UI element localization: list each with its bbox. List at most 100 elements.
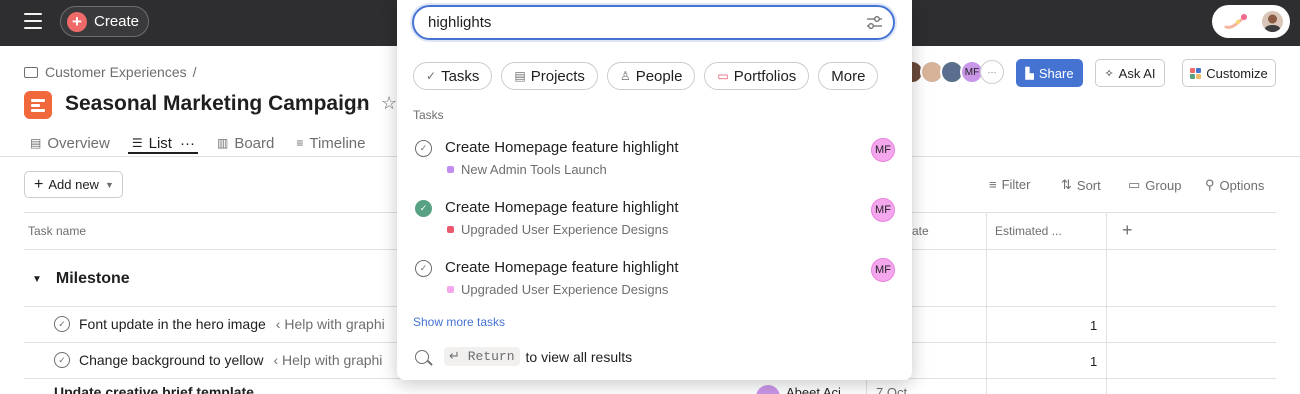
filter-sliders-icon[interactable] (866, 15, 883, 30)
search-result[interactable]: ✓ Create Homepage feature highlight New … (415, 138, 897, 190)
chip-label: People (635, 67, 683, 85)
search-input[interactable] (428, 14, 828, 31)
active-tab-indicator (128, 152, 198, 154)
chip-label: Projects (530, 67, 585, 85)
result-title: Create Homepage feature highlight (445, 259, 679, 276)
timeline-icon: ≡ (296, 136, 304, 150)
chip-more[interactable]: More (818, 62, 879, 90)
add-new-label: Add new (48, 177, 99, 192)
filter-icon: ≡ (989, 177, 997, 192)
project-color-dot (447, 286, 454, 293)
project-icon[interactable] (24, 91, 52, 119)
search-icon (415, 349, 429, 364)
sort-icon: ⇅ (1061, 177, 1072, 192)
chip-portfolios[interactable]: ▭ Portfolios (704, 62, 810, 90)
plus-icon: + (34, 175, 44, 193)
assignee-avatar[interactable] (756, 385, 780, 394)
chip-tasks[interactable]: ✓ Tasks (413, 62, 493, 90)
assignee-avatar: MF (871, 198, 895, 222)
check-circle-icon: ✓ (415, 140, 432, 157)
return-key-hint: ↵ Return (444, 347, 520, 366)
page-title[interactable]: Seasonal Marketing Campaign (65, 92, 370, 116)
check-circle-icon: ✓ (426, 69, 437, 83)
column-divider (866, 378, 867, 394)
tab-timeline[interactable]: ≡ Timeline (296, 131, 365, 155)
search-result[interactable]: ✓ Create Homepage feature highlight Upgr… (415, 258, 897, 310)
plus-icon: + (67, 11, 87, 32)
tab-label: Board (234, 134, 275, 152)
chip-projects[interactable]: ▤ Projects (501, 62, 598, 90)
chip-people[interactable]: ♙ People (606, 62, 696, 90)
list-icon: ☰ (131, 136, 143, 150)
show-more-tasks-link[interactable]: Show more tasks (413, 315, 505, 329)
table-row[interactable]: Update creative brief template (54, 384, 254, 394)
sort-button[interactable]: ⇅ Sort (1061, 177, 1101, 193)
check-circle-icon[interactable]: ✓ (54, 316, 70, 332)
assignee-name[interactable]: Abeet Aci (786, 385, 841, 394)
ask-ai-button[interactable]: ✧ Ask AI (1095, 59, 1165, 87)
project-members[interactable]: MF ··· (900, 60, 1004, 84)
breadcrumb-separator: / (192, 64, 197, 80)
check-circle-filled-icon: ✓ (415, 200, 432, 217)
clipboard-icon: ▤ (514, 69, 526, 83)
chevron-down-icon[interactable]: ⌄ (354, 98, 365, 114)
column-header-task-name[interactable]: Task name (28, 224, 86, 238)
search-filter-chips: ✓ Tasks ▤ Projects ♙ People ▭ Portfolios Mor… (413, 62, 887, 90)
estimate-value[interactable]: 1 (1090, 318, 1097, 333)
result-title: Create Homepage feature highlight (445, 139, 679, 156)
group-button[interactable]: ▭ Group (1128, 177, 1181, 193)
parent-task-link[interactable]: ‹ Help with graphi (276, 316, 385, 332)
customize-label: Customize (1206, 65, 1268, 81)
estimate-value[interactable]: 1 (1090, 354, 1097, 369)
assignee-avatar: MF (871, 138, 895, 162)
due-date[interactable]: 7 Oct (876, 385, 907, 394)
brand-sparkle-icon (1224, 14, 1247, 29)
view-all-results[interactable]: ↵ Return to view all results (415, 347, 632, 366)
task-name[interactable]: Change background to yellow (79, 352, 263, 368)
caret-down-icon[interactable]: ▼ (32, 274, 42, 285)
parent-task-link[interactable]: ‹ Help with graphi (273, 352, 382, 368)
project-color-dot (447, 166, 454, 173)
search-result[interactable]: ✓ Create Homepage feature highlight Upgr… (415, 198, 897, 250)
tab-label: List (148, 134, 172, 152)
account-area[interactable] (1212, 5, 1290, 38)
more-members[interactable]: ··· (980, 60, 1004, 84)
group-icon: ▭ (1128, 177, 1141, 192)
user-avatar[interactable] (1260, 9, 1285, 34)
column-divider (986, 212, 987, 394)
tab-board[interactable]: ▥ Board (217, 131, 274, 155)
create-button[interactable]: + Create (60, 6, 149, 37)
task-name[interactable]: Font update in the hero image (79, 316, 266, 332)
tab-label: Timeline (309, 134, 366, 152)
sort-label: Sort (1076, 177, 1101, 193)
tab-overview[interactable]: ▤ Overview (30, 131, 110, 155)
column-header-date[interactable]: ate (912, 224, 929, 238)
options-button[interactable]: ⚲ Options (1205, 177, 1264, 193)
add-new-button[interactable]: + Add new ▼ (24, 171, 123, 198)
more-icon[interactable]: ··· (180, 135, 195, 152)
section-title: Milestone (55, 270, 130, 287)
project-color-dot (447, 226, 454, 233)
share-icon: ▙ (1025, 67, 1034, 80)
check-circle-icon[interactable]: ✓ (54, 352, 70, 368)
breadcrumb[interactable]: Customer Experiences / (24, 64, 197, 80)
hamburger-icon[interactable] (24, 13, 42, 29)
column-header-estimated[interactable]: Estimated ... (995, 224, 1062, 238)
customize-button[interactable]: Customize (1182, 59, 1276, 87)
share-button[interactable]: ▙ Share (1016, 59, 1083, 87)
search-field[interactable] (412, 5, 895, 40)
breadcrumb-label[interactable]: Customer Experiences (45, 64, 187, 80)
add-column-button[interactable]: + (1122, 220, 1133, 241)
group-label: Group (1145, 177, 1182, 193)
board-icon: ▥ (216, 136, 229, 150)
table-row[interactable]: ✓ Font update in the hero image ‹ Help w… (54, 316, 385, 332)
create-label: Create (94, 13, 140, 30)
section-header[interactable]: ▼ Milestone (32, 270, 130, 288)
assignee-avatar: MF (871, 258, 895, 282)
chip-label: Tasks (441, 67, 480, 85)
filter-label: Filter (1001, 177, 1031, 192)
filter-button[interactable]: ≡ Filter (989, 177, 1030, 192)
table-row[interactable]: ✓ Change background to yellow ‹ Help wit… (54, 352, 382, 368)
star-icon[interactable]: ☆ (381, 93, 397, 114)
results-section-label: Tasks (413, 108, 444, 122)
